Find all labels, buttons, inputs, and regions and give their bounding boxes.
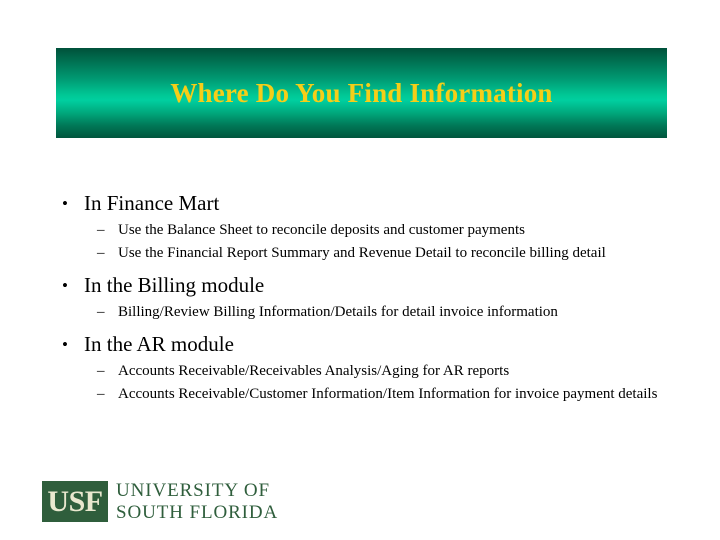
slide: Where Do You Find Information • In Finan… xyxy=(0,0,720,540)
usf-logo-wordmark: UNIVERSITY OF SOUTH FLORIDA xyxy=(116,479,279,523)
sub-bullet-marker-icon: – xyxy=(97,386,105,402)
sub-bullet-marker-icon: – xyxy=(97,304,105,320)
sub-bullet-marker-icon: – xyxy=(97,222,105,238)
bullet-group: • In Finance Mart – Use the Balance Shee… xyxy=(56,190,676,263)
sub-bullet-list: – Accounts Receivable/Receivables Analys… xyxy=(56,362,676,404)
bullet-heading-text: In Finance Mart xyxy=(84,191,220,215)
slide-body: • In Finance Mart – Use the Balance Shee… xyxy=(56,190,676,404)
sub-bullet-text: Billing/Review Billing Information/Detai… xyxy=(118,304,558,320)
usf-logo-mark-text: USF xyxy=(47,484,103,518)
usf-logo-line-2: SOUTH FLORIDA xyxy=(116,501,279,523)
usf-logo-line-1: UNIVERSITY OF xyxy=(116,479,271,501)
sub-bullet-list: – Use the Balance Sheet to reconcile dep… xyxy=(56,221,676,263)
bullet-heading-text: In the AR module xyxy=(84,332,234,356)
sub-bullet-list: – Billing/Review Billing Information/Det… xyxy=(56,303,676,322)
usf-logo: USF UNIVERSITY OF SOUTH FLORIDA xyxy=(42,479,279,523)
bullet-heading: • In the AR module xyxy=(56,331,676,358)
bullet-marker-icon: • xyxy=(62,276,68,295)
usf-logo-mark: USF xyxy=(42,481,108,522)
sub-bullet-marker-icon: – xyxy=(97,245,105,261)
bullet-marker-icon: • xyxy=(62,335,68,354)
bullet-group: • In the AR module – Accounts Receivable… xyxy=(56,331,676,404)
sub-bullet-text: Use the Balance Sheet to reconcile depos… xyxy=(118,222,525,238)
sub-bullet-item: – Use the Financial Report Summary and R… xyxy=(56,244,676,263)
bullet-heading: • In the Billing module xyxy=(56,272,676,299)
bullet-group: • In the Billing module – Billing/Review… xyxy=(56,272,676,322)
sub-bullet-text: Use the Financial Report Summary and Rev… xyxy=(118,245,606,261)
sub-bullet-text: Accounts Receivable/Customer Information… xyxy=(118,386,658,402)
sub-bullet-item: – Accounts Receivable/Customer Informati… xyxy=(56,385,676,404)
bullet-marker-icon: • xyxy=(62,194,68,213)
page-title: Where Do You Find Information xyxy=(170,78,553,108)
sub-bullet-text: Accounts Receivable/Receivables Analysis… xyxy=(118,363,510,379)
title-banner: Where Do You Find Information xyxy=(56,48,667,138)
sub-bullet-item: – Accounts Receivable/Receivables Analys… xyxy=(56,362,676,381)
sub-bullet-marker-icon: – xyxy=(97,363,105,379)
bullet-heading-text: In the Billing module xyxy=(84,273,265,297)
sub-bullet-item: – Use the Balance Sheet to reconcile dep… xyxy=(56,221,676,240)
sub-bullet-item: – Billing/Review Billing Information/Det… xyxy=(56,303,676,322)
bullet-heading: • In Finance Mart xyxy=(56,190,676,217)
